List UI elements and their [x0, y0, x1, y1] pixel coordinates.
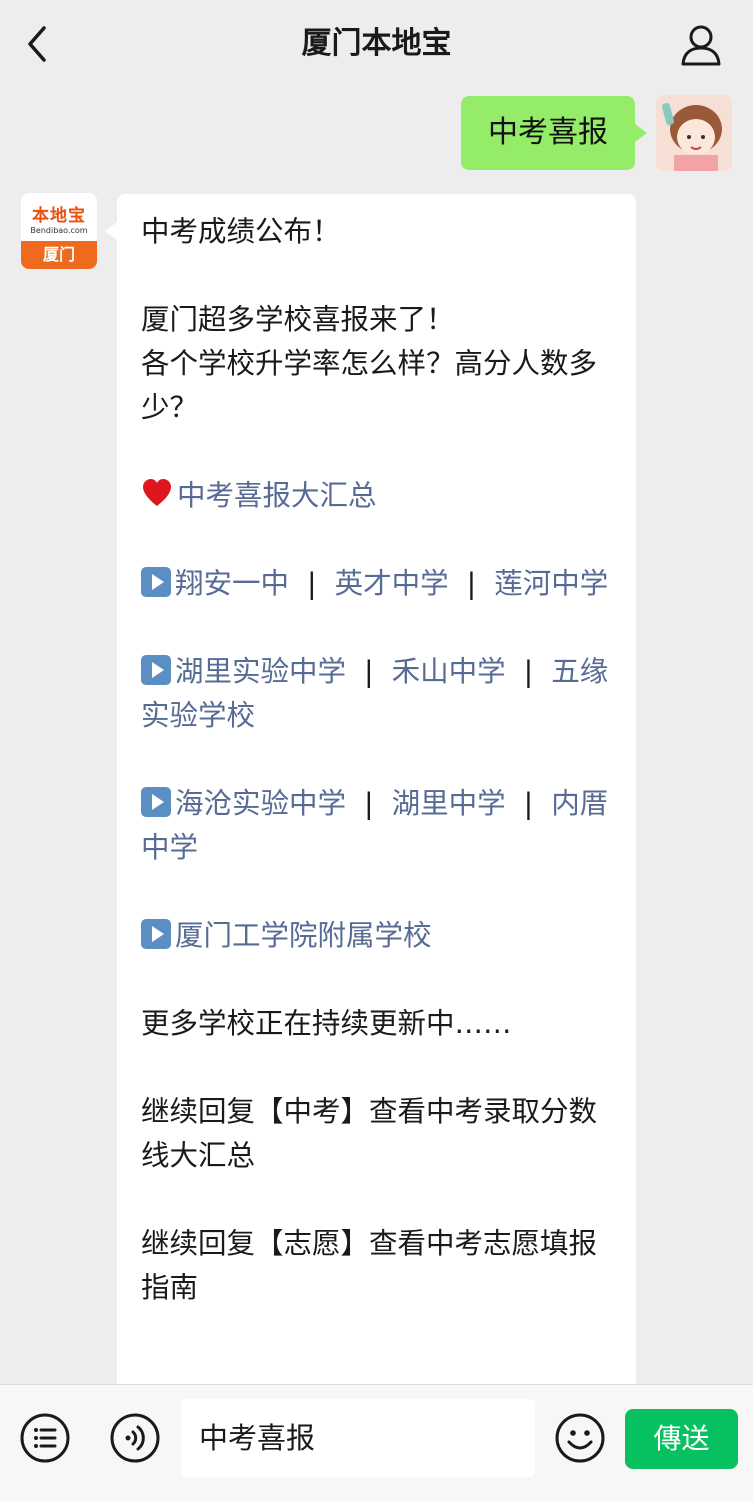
- heart-icon: [143, 479, 171, 506]
- intro-line-1: 厦门超多学校喜报来了！: [141, 303, 455, 336]
- reply-scores-hint: 继续回复【中考】查看中考录取分数线大汇总: [141, 1095, 598, 1172]
- separator: |: [466, 567, 477, 600]
- sent-message-text: 中考喜报: [488, 115, 608, 150]
- logo-text: 本地宝: [32, 206, 86, 226]
- cartoon-girl-avatar-image: [656, 95, 732, 171]
- received-message-bubble: 中考成绩公布！ 厦门超多学校喜报来了！ 各个学校升学率怎么样？高分人数多少？ 中…: [105, 194, 636, 1414]
- school-link[interactable]: 厦门工学院附属学校: [175, 919, 432, 952]
- school-row-3: 海沧实验中学 | 湖里中学 | 内厝中学: [141, 782, 616, 870]
- logo-url: Bendibao.com: [30, 226, 88, 235]
- headline: 中考成绩公布！: [141, 215, 341, 248]
- reply-guide-hint: 继续回复【志愿】查看中考志愿填报指南: [141, 1227, 598, 1304]
- send-button[interactable]: 傳送: [625, 1409, 738, 1469]
- list-menu-icon[interactable]: [19, 1412, 71, 1464]
- school-link[interactable]: 莲河中学: [494, 567, 608, 600]
- message-input-value: 中考喜报: [199, 1421, 316, 1455]
- school-link[interactable]: 禾山中学: [392, 655, 506, 688]
- play-icon: [141, 567, 171, 597]
- logo-city: 厦门: [21, 241, 97, 269]
- message-input[interactable]: 中考喜报: [181, 1399, 535, 1477]
- page-title: 厦门本地宝: [301, 26, 452, 61]
- user-avatar[interactable]: [656, 95, 732, 171]
- intro-line-2: 各个学校升学率怎么样？高分人数多少？: [141, 347, 598, 424]
- input-toolbar: 中考喜报 傳送: [0, 1384, 753, 1501]
- bendibao-avatar[interactable]: 本地宝 Bendibao.com 厦门: [21, 193, 97, 269]
- play-icon: [141, 655, 171, 685]
- nav-header: 厦门本地宝: [0, 0, 753, 90]
- separator: |: [364, 787, 374, 820]
- play-icon: [141, 919, 171, 949]
- message-body: 中考成绩公布！ 厦门超多学校喜报来了！ 各个学校升学率怎么样？高分人数多少？ 中…: [141, 210, 616, 1354]
- school-link[interactable]: 湖里实验中学: [175, 655, 346, 688]
- smiley-icon[interactable]: [554, 1412, 606, 1464]
- separator: |: [523, 655, 534, 688]
- sent-message-bubble[interactable]: 中考喜报: [461, 96, 647, 170]
- person-icon[interactable]: [678, 22, 724, 68]
- summary-link[interactable]: 中考喜报大汇总: [177, 479, 377, 512]
- school-link[interactable]: 湖里中学: [392, 787, 506, 820]
- separator: |: [523, 787, 534, 820]
- school-link[interactable]: 海沧实验中学: [175, 787, 346, 820]
- intro: 厦门超多学校喜报来了！ 各个学校升学率怎么样？高分人数多少？: [141, 298, 616, 430]
- play-icon: [141, 787, 171, 817]
- school-link[interactable]: 英才中学: [335, 567, 449, 600]
- more-updating: 更多学校正在持续更新中……: [141, 1007, 512, 1040]
- school-row-4: 厦门工学院附属学校: [141, 914, 616, 958]
- school-link[interactable]: 翔安一中: [175, 567, 289, 600]
- school-row-1: 翔安一中 | 英才中学 | 莲河中学: [141, 562, 616, 606]
- separator: |: [364, 655, 374, 688]
- voice-icon[interactable]: [109, 1412, 161, 1464]
- summary-row: 中考喜报大汇总: [141, 474, 616, 518]
- school-row-2: 湖里实验中学 | 禾山中学 | 五缘实验学校: [141, 650, 616, 738]
- separator: |: [307, 567, 317, 600]
